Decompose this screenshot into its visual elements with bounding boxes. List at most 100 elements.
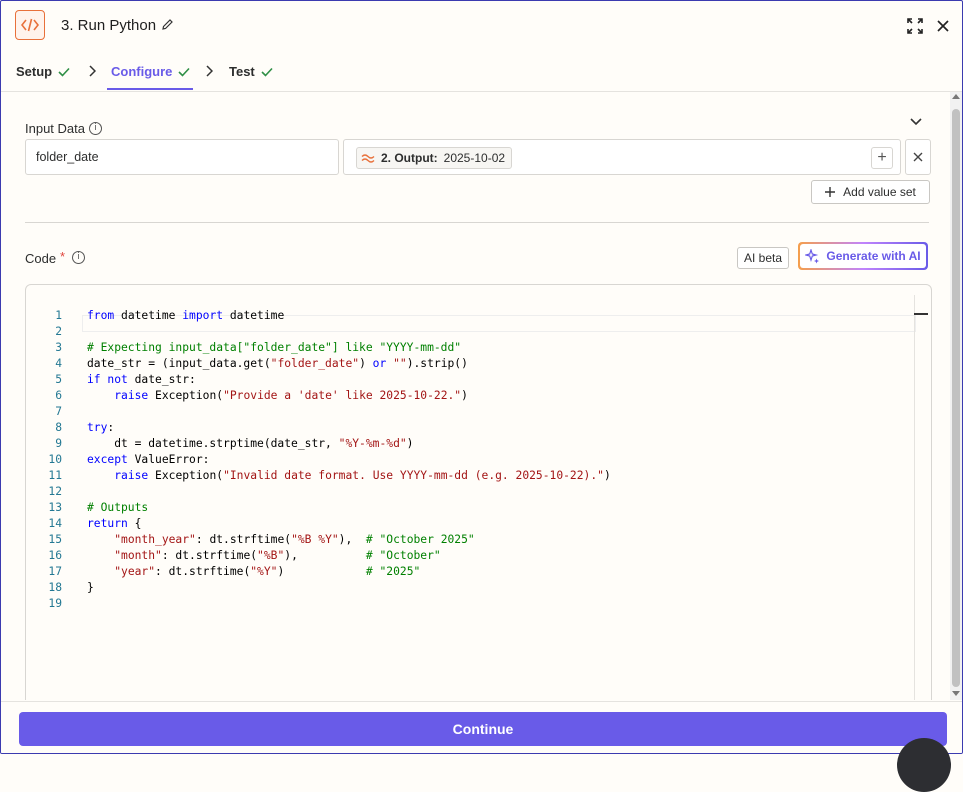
code-line: 3 # Expecting input_data["folder_date"] l… [26,340,886,356]
scroll-up-arrow[interactable] [952,94,960,99]
tab-test[interactable]: Test [229,64,273,79]
code-text: raise Exception("Provide a 'date' like 2… [114,389,468,402]
line-number: 12 [48,485,62,498]
line-number: 1 [55,309,62,322]
code-line: 2 [26,324,886,340]
check-icon [261,67,273,77]
line-number: 2 [55,325,62,338]
code-line: 12 [26,484,886,500]
chevron-down-icon[interactable] [910,118,922,126]
code-line: 16 "month": dt.strftime("%B"), # "Octobe… [26,548,886,564]
approx-icon [361,154,375,163]
code-text: # Outputs [87,501,149,514]
continue-button[interactable]: Continue [19,712,947,746]
line-number: 6 [55,389,62,402]
code-line: 18} [26,580,886,596]
editor-minimap [914,295,931,700]
close-icon[interactable] [937,19,949,32]
code-text: raise Exception("Invalid date format. Us… [114,469,611,482]
code-line: 5 if not date_str: [26,372,886,388]
output-chip[interactable]: 2. Output: 2025-10-02 [356,147,513,169]
info-icon[interactable]: i [72,251,85,264]
line-number: 18 [48,581,62,594]
code-line: 1 from datetime import datetime [26,308,886,324]
code-line: 7 [26,404,886,420]
line-number: 8 [55,421,62,434]
scroll-down-arrow[interactable] [952,691,960,696]
plus-icon: + [877,149,887,166]
code-line: 4 date_str = (input_data.get("folder_date… [26,356,886,372]
expand-icon[interactable] [907,18,923,34]
code-text: date_str = (input_data.get("folder_date"… [87,357,468,370]
close-icon [913,152,923,162]
code-line: 14 return { [26,516,886,532]
line-number: 13 [48,501,62,514]
code-line: 9 dt = datetime.strptime(date_str, "%Y-%… [26,436,886,452]
configure-content: Input Data i folder_date 2. Output: 2025… [5,92,950,700]
code-text: try: [87,421,115,434]
panel-header: 3. Run Python [1,1,962,51]
input-value-field[interactable]: 2. Output: 2025-10-02 + [343,139,901,175]
code-text: dt = datetime.strptime(date_str, "%Y-%m-… [87,437,414,450]
minimap-cursor [914,313,928,315]
line-number: 11 [48,469,62,482]
line-number: 7 [55,405,62,418]
line-number: 3 [55,341,62,354]
required-mark: * [60,249,66,264]
line-number: 9 [55,437,62,450]
code-label: Code [25,251,57,266]
active-tab-indicator [107,88,193,90]
chevron-right-icon [89,65,96,77]
line-number: 14 [48,517,62,530]
code-line: 6 raise Exception("Provide a 'date' like… [26,388,886,404]
add-value-set-label: Add value set [843,185,916,199]
step-title: 3. Run Python [61,17,157,34]
help-chat-icon[interactable] [897,738,951,792]
code-text: except ValueError: [87,453,210,466]
scrollbar-thumb[interactable] [952,109,960,687]
chip-label: 2. Output: [381,151,438,165]
check-icon [58,67,70,77]
ai-beta-label: AI beta [743,251,783,265]
generate-with-ai-button[interactable]: Generate with AI [798,242,928,270]
tab-setup[interactable]: Setup [16,64,70,79]
code-line: 19 [26,596,886,612]
pencil-icon[interactable] [161,18,174,31]
run-python-panel: 3. Run Python Setup Configure Test Input… [0,0,963,754]
generate-with-ai-label: Generate with AI [826,249,921,263]
code-line: 17 "year": dt.strftime("%Y") # "2025" [26,564,886,580]
code-line: 13 # Outputs [26,500,886,516]
code-icon [15,10,45,40]
code-text: from datetime import datetime [87,309,285,322]
code-text: } [87,581,94,594]
plus-icon [825,187,836,197]
line-number: 4 [55,357,62,370]
code-line: 10 except ValueError: [26,452,886,468]
code-text: # Expecting input_data["folder_date"] li… [87,341,462,354]
tab-configure[interactable]: Configure [111,64,190,79]
check-icon [178,67,190,77]
tab-label: Test [229,64,255,79]
line-number: 5 [55,373,62,386]
generate-with-ai-inner: Generate with AI [800,244,926,268]
info-icon[interactable]: i [89,122,102,135]
code-text: "month_year": dt.strftime("%B %Y"), # "O… [114,533,475,546]
add-value-set-button[interactable]: Add value set [811,180,930,204]
tab-label: Setup [16,64,53,79]
insert-data-button[interactable]: + [871,147,893,169]
line-number: 17 [48,565,62,578]
code-line: 15 "month_year": dt.strftime("%B %Y"), #… [26,532,886,548]
line-number: 19 [48,597,62,610]
remove-row-button[interactable] [905,139,931,175]
input-key-field[interactable]: folder_date [25,139,339,175]
line-number: 10 [48,453,62,466]
code-editor[interactable]: 1 from datetime import datetime 2 3 # Expect… [25,284,932,700]
sparkle-icon [805,248,820,263]
line-number: 16 [48,549,62,562]
input-data-label: Input Data [25,121,85,136]
code-line: 11 raise Exception("Invalid date format.… [26,468,886,484]
chevron-right-icon [206,65,213,77]
step-tabs: Setup Configure Test [1,51,962,92]
code-text: "month": dt.strftime("%B"), # "October" [114,549,441,562]
chip-value: 2025-10-02 [443,151,506,165]
